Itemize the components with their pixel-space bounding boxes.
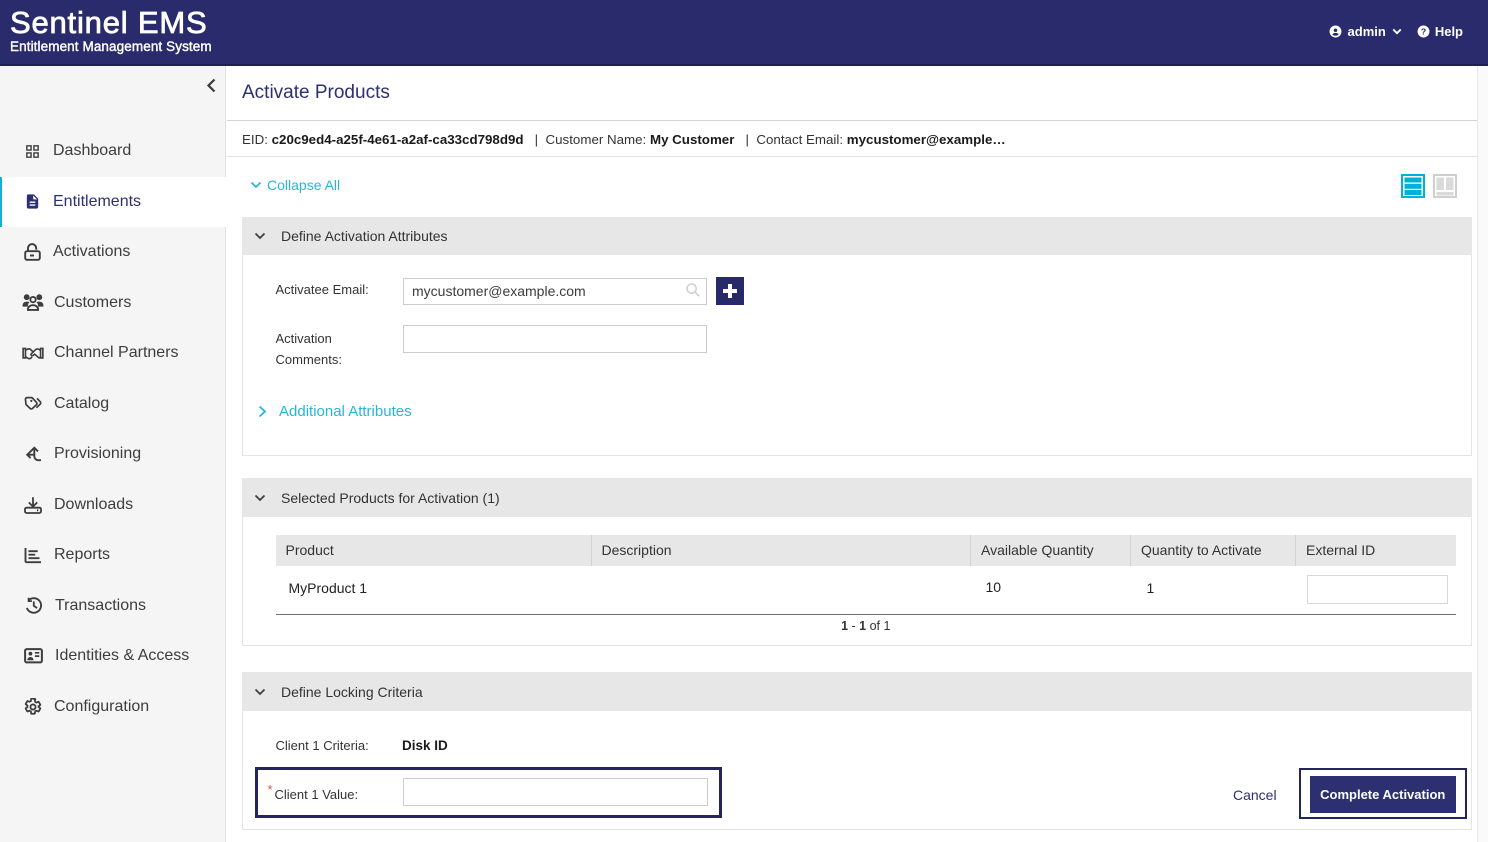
svg-text:?: ? [1421,27,1426,37]
